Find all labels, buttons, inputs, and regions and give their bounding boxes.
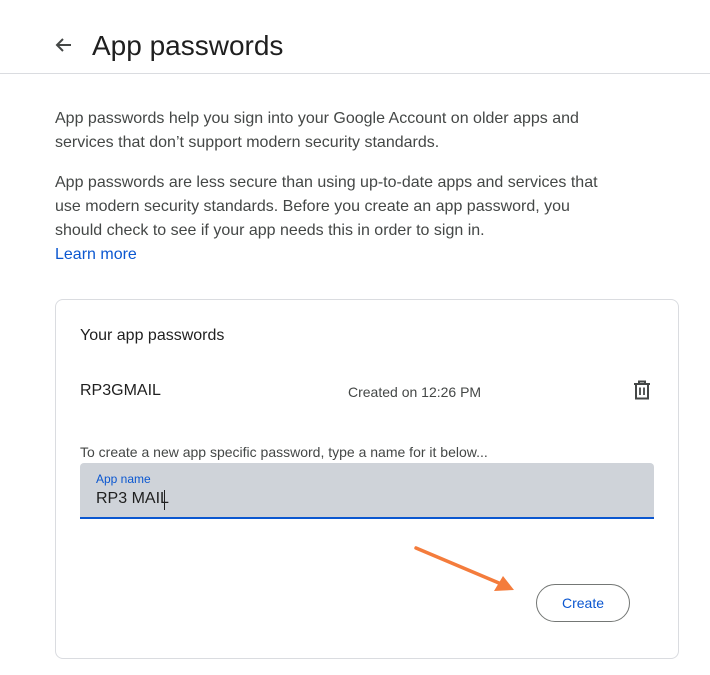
trash-icon <box>633 380 651 405</box>
intro-text: App passwords help you sign into your Go… <box>55 107 615 267</box>
intro-paragraph-1: App passwords help you sign into your Go… <box>55 110 579 151</box>
app-name-field[interactable]: App name <box>80 463 654 519</box>
intro-paragraph-2: App passwords are less secure than using… <box>55 171 615 267</box>
arrow-left-icon <box>54 35 74 60</box>
app-passwords-page: App passwords App passwords help you sig… <box>0 0 710 675</box>
orange-arrow-annotation <box>414 546 514 591</box>
password-created: Created on 12:26 PM <box>348 384 482 400</box>
text-cursor <box>164 490 165 510</box>
create-hint: To create a new app specific password, t… <box>80 444 488 460</box>
password-name: RP3GMAIL <box>80 382 161 399</box>
page-title: App passwords <box>92 30 284 61</box>
page-header: App passwords <box>0 0 710 74</box>
back-button[interactable] <box>50 33 78 61</box>
delete-password-button[interactable] <box>630 380 654 404</box>
card-title: Your app passwords <box>80 327 225 344</box>
app-passwords-card: Your app passwords RP3GMAIL Created on 1… <box>55 299 679 659</box>
app-name-input[interactable] <box>96 487 636 511</box>
password-row: RP3GMAIL Created on 12:26 PM <box>56 380 680 408</box>
learn-more-link[interactable]: Learn more <box>55 243 137 267</box>
intro-paragraph-2-text: App passwords are less secure than using… <box>55 174 598 239</box>
app-name-label: App name <box>96 472 151 486</box>
create-button[interactable]: Create <box>536 584 630 622</box>
